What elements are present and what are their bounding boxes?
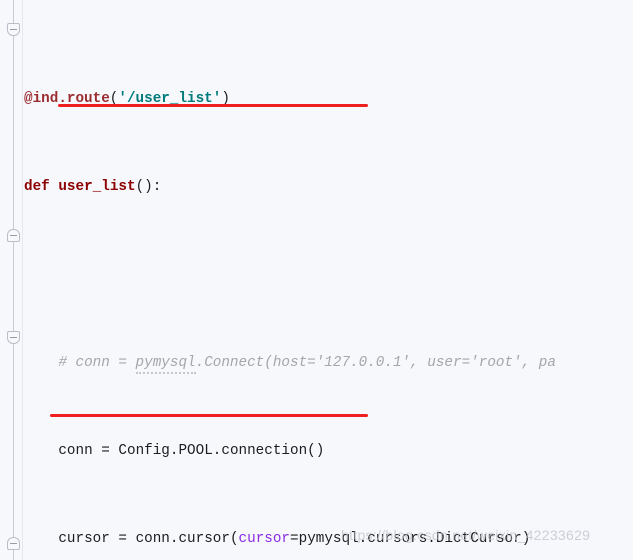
comment-head: # conn = <box>58 355 136 371</box>
code-line[interactable]: conn = Config.POOL.connection() <box>22 440 633 462</box>
var-cursor: cursor <box>58 531 110 547</box>
var-conn: conn <box>58 443 93 459</box>
function-name-user-list: user_list <box>58 179 136 195</box>
underline-conn-pool-2 <box>50 414 368 417</box>
fold-line-segment <box>13 242 14 331</box>
comment-pymysql: pymysql <box>135 355 196 374</box>
empty-args: () <box>135 179 153 195</box>
fold-marker-end-detail[interactable] <box>7 537 20 550</box>
assign-op: = <box>109 531 136 547</box>
keyword-def: def <box>24 179 50 195</box>
equals-sign: = <box>290 531 299 547</box>
code-editor[interactable]: @ind.route('/user_list') def user_list()… <box>0 0 633 560</box>
fold-line-segment <box>13 344 14 537</box>
code-line[interactable]: # conn = pymysql.Connect(host='127.0.0.1… <box>22 352 633 374</box>
comment-tail: .Connect(host='127.0.0.1', user='root', … <box>195 355 556 371</box>
code-line[interactable]: cursor = conn.cursor(cursor=pymysql.curs… <box>22 528 633 550</box>
fold-line-segment <box>13 550 14 560</box>
underline-conn-pool-1 <box>58 104 368 107</box>
fold-marker-start-user-list[interactable] <box>7 23 20 36</box>
code-line[interactable]: def user_list(): <box>22 176 633 198</box>
fold-line-segment <box>13 36 14 229</box>
fold-marker-start-detail[interactable] <box>7 331 20 344</box>
paren-token: ( <box>229 531 239 547</box>
editor-gutter[interactable] <box>0 0 23 560</box>
colon: : <box>152 179 162 195</box>
fold-line-segment <box>13 0 14 23</box>
dictcursor-ref: pymysql.cursors.DictCursor <box>298 531 522 547</box>
conn-cursor-call: conn.cursor <box>135 531 230 547</box>
kwarg-cursor: cursor <box>238 531 291 547</box>
code-content[interactable]: @ind.route('/user_list') def user_list()… <box>22 0 633 560</box>
fold-marker-end-user-list[interactable] <box>7 229 20 242</box>
config-pool-connection-call: Config.POOL.connection() <box>118 443 325 459</box>
paren-token: ) <box>521 531 531 547</box>
assign-op: = <box>92 443 119 459</box>
